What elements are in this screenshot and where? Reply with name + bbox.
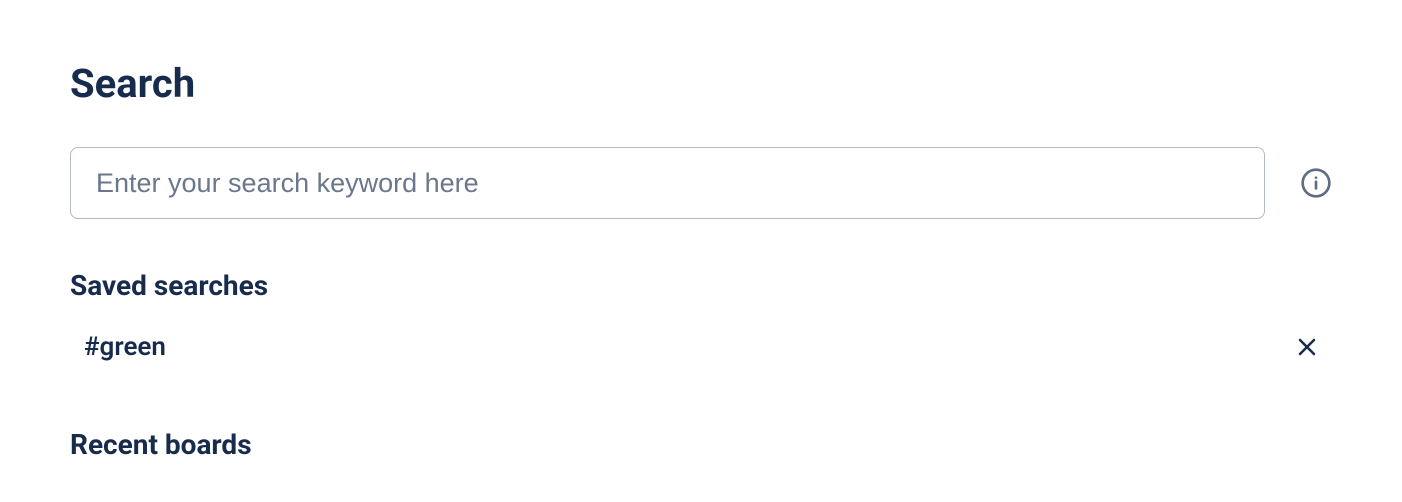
saved-search-item: #green <box>70 326 1332 368</box>
search-row <box>70 147 1332 219</box>
recent-boards-heading: Recent boards <box>70 428 1332 461</box>
saved-searches-heading: Saved searches <box>70 269 1332 302</box>
saved-search-label[interactable]: #green <box>84 332 166 362</box>
close-icon[interactable] <box>1292 332 1322 362</box>
search-input[interactable] <box>70 147 1265 219</box>
info-icon[interactable] <box>1300 167 1332 199</box>
page-title: Search <box>70 60 1332 107</box>
